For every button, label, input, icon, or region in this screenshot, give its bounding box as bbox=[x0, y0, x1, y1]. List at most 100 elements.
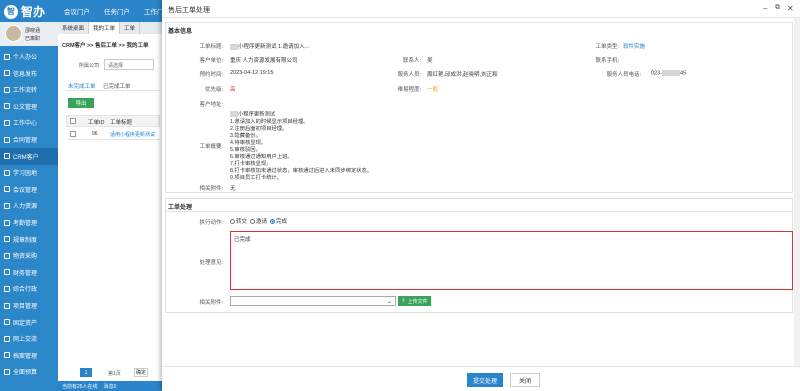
row-ticket-id: 96 bbox=[92, 131, 98, 137]
user-name: 邵晓涵 bbox=[25, 28, 41, 34]
sidebar-item[interactable]: 网上交流 bbox=[0, 330, 58, 347]
subtab-divider bbox=[66, 90, 160, 91]
tab-my-tickets-label: 我的工单 bbox=[93, 26, 116, 32]
subtab-finished[interactable]: 已完成工单 bbox=[103, 82, 131, 90]
sidebar-item[interactable]: 考勤管理 bbox=[0, 214, 58, 231]
staff-phone-label: 服务人员电话: bbox=[606, 72, 641, 78]
title-value-text: 小程序更新测试 1.邀请加入... bbox=[238, 44, 310, 50]
status-bar: 当前有25人在线 消息0 bbox=[58, 381, 163, 391]
sidebar-item[interactable]: 财务管理 bbox=[0, 264, 58, 281]
radio-complete[interactable]: 完成 bbox=[270, 217, 287, 225]
row-ticket-title-link[interactable]: 适用小程序更新测试 bbox=[110, 131, 160, 138]
radio-transfer[interactable]: 转交 bbox=[230, 217, 247, 225]
tab-my-tickets[interactable]: 我的工单 bbox=[89, 22, 121, 34]
chevron-down-icon: ⌄ bbox=[386, 299, 392, 305]
company-select[interactable]: 请选择 bbox=[104, 59, 154, 70]
radio-transfer-label: 转交 bbox=[236, 219, 248, 225]
export-button[interactable]: 导出 bbox=[68, 98, 94, 108]
pager-current[interactable]: 1 bbox=[80, 368, 92, 377]
sidebar-item-label: 物资采购 bbox=[13, 254, 38, 261]
difficulty-label: 难易程度: bbox=[397, 87, 421, 93]
sidebar-item[interactable]: CRM客户 bbox=[0, 147, 58, 165]
sidebar-item[interactable]: 物资采购 bbox=[0, 247, 58, 264]
top-nav-meeting-portal[interactable]: 会议门户 bbox=[64, 6, 90, 16]
sidebar-item[interactable]: 综合行政 bbox=[0, 280, 58, 297]
time-value: 2023-04-12 19:15 bbox=[230, 70, 274, 76]
submit-button[interactable]: 提交处理 bbox=[467, 373, 503, 387]
sidebar-item[interactable]: 信息发布 bbox=[0, 65, 58, 82]
summary-label: 工单概要: bbox=[199, 144, 223, 150]
radio-transfer-circle[interactable] bbox=[230, 219, 235, 225]
sidebar-item-label: 考勤管理 bbox=[13, 221, 38, 227]
sidebar-item[interactable]: 项目管理 bbox=[0, 297, 58, 314]
message-count[interactable]: 消息0 bbox=[104, 383, 117, 390]
sidebar-item[interactable]: 学习园地 bbox=[0, 164, 58, 181]
sidebar-item[interactable]: 公文管理 bbox=[0, 98, 58, 115]
online-count: 当前有25人在线 bbox=[62, 383, 98, 390]
sidebar-item-label: 工作中心 bbox=[13, 121, 38, 128]
menu-icon bbox=[4, 352, 10, 359]
close-icon[interactable]: ✕ bbox=[787, 4, 794, 13]
tab-tickets[interactable]: 工单 bbox=[120, 22, 141, 34]
sidebar-item-label: 个人办公 bbox=[13, 55, 38, 61]
page-tabs: 系统桌面 我的工单 工单 bbox=[58, 22, 163, 34]
action-radio-group: 转交 邀请 完成 bbox=[230, 217, 287, 225]
close-button[interactable]: 关闭 bbox=[510, 373, 540, 387]
breadcrumb: CRM客户 >> 售后工单 >> 我的工单 bbox=[62, 43, 149, 49]
top-nav-work-portal[interactable]: 工作门 bbox=[144, 6, 164, 16]
top-nav-task-portal[interactable]: 任务门户 bbox=[104, 6, 130, 16]
avatar[interactable] bbox=[5, 25, 22, 42]
summary-line: 9.项目员工打卡统计。 bbox=[230, 175, 283, 182]
title-label: 工单标题: bbox=[199, 44, 223, 50]
opinion-textarea[interactable]: 已完成 bbox=[230, 231, 793, 290]
contact-label: 联系人: bbox=[402, 58, 421, 64]
menu-icon bbox=[4, 302, 10, 309]
minimize-icon[interactable]: – bbox=[763, 4, 767, 13]
sidebar-item[interactable]: 档案管理 bbox=[0, 347, 58, 364]
tab-desktop[interactable]: 系统桌面 bbox=[58, 22, 90, 34]
sidebar-item-label: 档案管理 bbox=[13, 353, 38, 360]
sidebar-item-label: CRM客户 bbox=[13, 154, 39, 161]
row-checkbox[interactable] bbox=[70, 131, 76, 137]
menu-icon bbox=[4, 252, 10, 259]
pager-go-button[interactable]: 确定 bbox=[134, 368, 148, 377]
attachment-select[interactable]: ⌄ bbox=[230, 296, 396, 306]
sidebar-item[interactable]: 固定资产 bbox=[0, 314, 58, 331]
summary-line: 3.隐藏备份。 bbox=[230, 132, 261, 139]
upload-icon: ⇪ bbox=[401, 298, 406, 304]
sidebar-item[interactable]: 全面预算 bbox=[0, 363, 58, 380]
radio-invite-circle[interactable] bbox=[250, 219, 256, 225]
summary-line: 8.打卡审核加未通过状态，审核通过后进入未同步绑定状态。 bbox=[230, 168, 373, 175]
type-value: 软件实施 bbox=[623, 44, 646, 50]
staff-phone-suffix: 45 bbox=[680, 70, 687, 77]
sidebar-item[interactable]: 工作中心 bbox=[0, 114, 58, 131]
maximize-icon[interactable]: ⧉ bbox=[775, 4, 780, 12]
process-divider bbox=[165, 211, 793, 212]
app-logo: 智 智办 bbox=[4, 3, 45, 20]
upload-label: 上传文件 bbox=[407, 298, 428, 305]
radio-invite[interactable]: 邀请 bbox=[250, 217, 267, 225]
summary-line: 4.待审核显现。 bbox=[230, 139, 267, 146]
menu-icon bbox=[4, 169, 10, 176]
menu-icon bbox=[4, 285, 10, 292]
difficulty-value: 一般 bbox=[427, 87, 439, 93]
priority-value: 高 bbox=[230, 87, 236, 93]
radio-complete-circle[interactable] bbox=[270, 219, 276, 225]
sidebar-item[interactable]: 合同管理 bbox=[0, 131, 58, 148]
upload-button[interactable]: ⇪ 上传文件 bbox=[398, 296, 431, 306]
sidebar-item[interactable]: 个人办公 bbox=[0, 48, 58, 65]
sidebar-item[interactable]: 规章制度 bbox=[0, 231, 58, 248]
sidebar-item[interactable]: 人力资源 bbox=[0, 197, 58, 214]
subtab-unfinished[interactable]: 未完成工单 bbox=[68, 82, 96, 90]
col-ticket-title: 工单标题 bbox=[110, 120, 133, 126]
sidebar-item-label: 人力资源 bbox=[13, 204, 38, 211]
menu-icon bbox=[4, 186, 10, 193]
sidebar-item[interactable]: 会议管理 bbox=[0, 181, 58, 198]
dialog-scrollbar[interactable] bbox=[794, 18, 800, 366]
attach-label: 相关附件: bbox=[199, 186, 223, 192]
opinion-text: 已完成 bbox=[234, 237, 251, 243]
sidebar-item-label: 会议管理 bbox=[13, 187, 38, 194]
summary-line: 5.审核驳回。 bbox=[230, 146, 261, 153]
select-all-checkbox[interactable] bbox=[70, 118, 76, 124]
sidebar-item[interactable]: 工作流转 bbox=[0, 81, 58, 98]
